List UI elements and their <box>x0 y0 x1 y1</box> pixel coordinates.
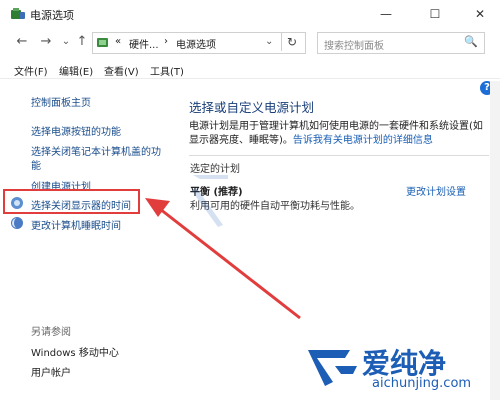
watermark-faint-logo <box>192 175 228 227</box>
watermark-logo <box>308 350 357 386</box>
watermark-url: aichunjing.com <box>372 376 472 391</box>
